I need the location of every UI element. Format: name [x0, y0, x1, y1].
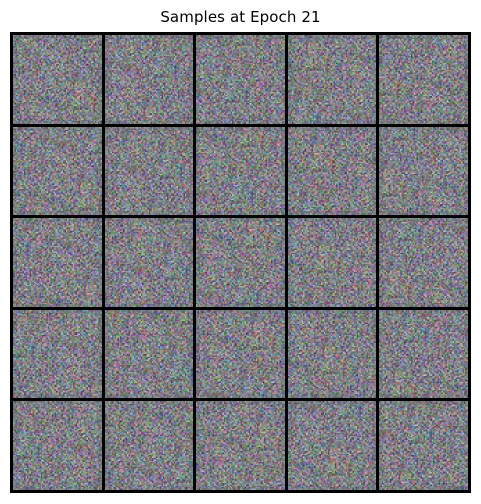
sample-image [287, 35, 377, 124]
sample-tile [379, 126, 468, 216]
sample-tile [13, 218, 102, 307]
sample-tile [196, 309, 285, 399]
sample-tile [196, 218, 285, 307]
sample-tile [13, 309, 102, 399]
sample-image [13, 218, 102, 307]
sample-image [379, 126, 468, 216]
sample-image [104, 126, 194, 216]
sample-image [287, 218, 377, 307]
sample-tile [196, 126, 285, 216]
sample-image [104, 309, 194, 399]
sample-grid [10, 32, 471, 493]
sample-image [196, 126, 285, 216]
sample-tile [379, 218, 468, 307]
sample-image [379, 35, 468, 124]
sample-image [379, 309, 468, 399]
sample-tile [13, 35, 102, 124]
sample-image [13, 309, 102, 399]
sample-tile [13, 401, 102, 490]
sample-image [379, 218, 468, 307]
sample-image [196, 218, 285, 307]
sample-tile [287, 401, 377, 490]
sample-tile [104, 401, 194, 490]
sample-tile [104, 309, 194, 399]
sample-tile [379, 35, 468, 124]
sample-image [287, 309, 377, 399]
sample-tile [196, 401, 285, 490]
sample-image [104, 218, 194, 307]
sample-tile [196, 35, 285, 124]
sample-image [196, 35, 285, 124]
sample-tile [13, 126, 102, 216]
sample-tile [287, 218, 377, 307]
sample-tile [287, 309, 377, 399]
sample-tile [287, 35, 377, 124]
sample-tile [379, 309, 468, 399]
sample-image [287, 126, 377, 216]
sample-image [196, 309, 285, 399]
sample-image [13, 401, 102, 490]
sample-tile [379, 401, 468, 490]
sample-image [287, 401, 377, 490]
sample-tile [104, 126, 194, 216]
sample-image [104, 401, 194, 490]
sample-image [379, 401, 468, 490]
sample-image [13, 126, 102, 216]
figure-title: Samples at Epoch 21 [160, 8, 321, 26]
sample-image [13, 35, 102, 124]
sample-tile [104, 218, 194, 307]
sample-image [104, 35, 194, 124]
sample-image [196, 401, 285, 490]
sample-tile [104, 35, 194, 124]
sample-tile [287, 126, 377, 216]
